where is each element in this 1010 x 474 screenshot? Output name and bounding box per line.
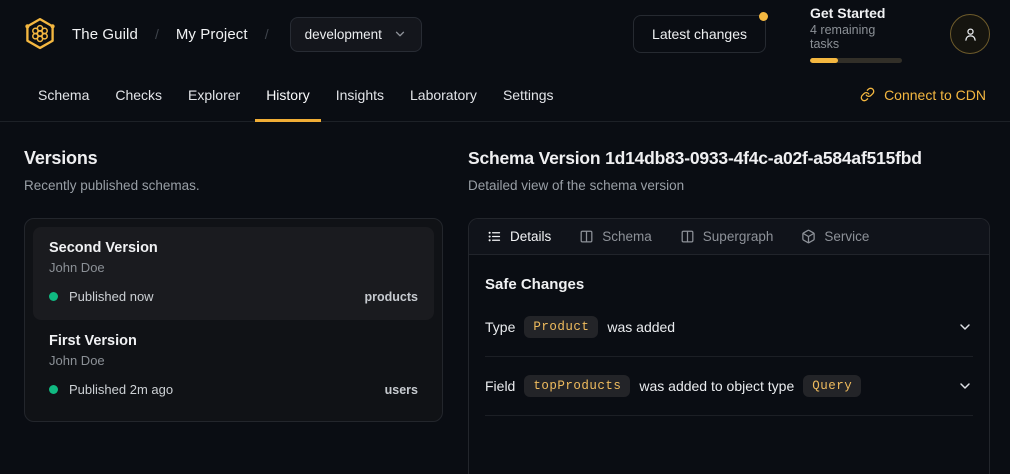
- schema-version-detail-panel: Schema Version 1d14db83-0933-4f4c-a02f-a…: [468, 148, 990, 474]
- detail-tabbar: Details Schema Supergraph: [469, 219, 989, 255]
- detail-tab-label: Schema: [602, 229, 652, 244]
- breadcrumb-project[interactable]: My Project: [176, 26, 248, 43]
- user-icon: [962, 26, 979, 43]
- version-list-item[interactable]: First Version John Doe Published 2m ago …: [33, 320, 434, 413]
- breadcrumb: The Guild / My Project / development: [22, 16, 422, 52]
- breadcrumb-org[interactable]: The Guild: [72, 26, 138, 43]
- target-selector-dropdown[interactable]: development: [290, 17, 422, 52]
- get-started-widget[interactable]: Get Started 4 remaining tasks: [810, 5, 906, 63]
- change-row[interactable]: Field topProducts was added to object ty…: [485, 357, 973, 416]
- safe-changes-heading: Safe Changes: [485, 276, 973, 293]
- get-started-progress-bar: [810, 58, 902, 63]
- main-nav: Schema Checks Explorer History Insights …: [0, 68, 1010, 122]
- change-code-badge: topProducts: [524, 375, 630, 397]
- version-author: John Doe: [49, 353, 418, 368]
- detail-body: Safe Changes Type Product was added Fiel…: [469, 255, 989, 416]
- latest-changes-button[interactable]: Latest changes: [633, 15, 766, 53]
- tab-history[interactable]: History: [253, 68, 323, 121]
- version-service-name: users: [385, 383, 418, 397]
- change-code-badge: Product: [524, 316, 598, 338]
- published-status-dot: [49, 385, 58, 394]
- detail-tab-supergraph[interactable]: Supergraph: [666, 219, 788, 254]
- change-code-badge: Query: [803, 375, 861, 397]
- tab-schema[interactable]: Schema: [25, 68, 102, 121]
- tab-laboratory[interactable]: Laboratory: [397, 68, 490, 121]
- get-started-remaining-tasks: 4 remaining tasks: [810, 23, 906, 51]
- chevron-down-icon: [393, 27, 407, 41]
- version-name: Second Version: [49, 240, 418, 256]
- breadcrumb-separator: /: [262, 26, 272, 42]
- breadcrumb-separator: /: [152, 26, 162, 42]
- get-started-progress-fill: [810, 58, 838, 63]
- tab-checks[interactable]: Checks: [102, 68, 175, 121]
- detail-tab-service[interactable]: Service: [787, 219, 883, 254]
- version-service-name: products: [365, 290, 418, 304]
- detail-tab-label: Service: [824, 229, 869, 244]
- latest-changes-label: Latest changes: [652, 26, 747, 42]
- columns-icon: [680, 229, 695, 244]
- schema-version-title: Schema Version 1d14db83-0933-4f4c-a02f-a…: [468, 148, 990, 169]
- link-icon: [860, 87, 875, 102]
- version-author: John Doe: [49, 260, 418, 275]
- list-icon: [487, 229, 502, 244]
- version-detail-card: Details Schema Supergraph: [468, 218, 990, 474]
- change-prefix: Field: [485, 378, 515, 394]
- change-row[interactable]: Type Product was added: [485, 298, 973, 357]
- header-actions: Latest changes Get Started 4 remaining t…: [633, 5, 990, 63]
- version-meta: Published 2m ago users: [49, 382, 418, 397]
- app-header: The Guild / My Project / development Lat…: [0, 0, 1010, 68]
- chevron-down-icon[interactable]: [957, 319, 973, 335]
- tab-explorer[interactable]: Explorer: [175, 68, 253, 121]
- tab-settings[interactable]: Settings: [490, 68, 567, 121]
- columns-icon: [579, 229, 594, 244]
- change-prefix: Type: [485, 319, 515, 335]
- version-name: First Version: [49, 333, 418, 349]
- detail-tab-label: Details: [510, 229, 551, 244]
- schema-version-subtitle: Detailed view of the schema version: [468, 178, 990, 193]
- guild-logo-icon[interactable]: [22, 16, 58, 52]
- version-published-status: Published now: [69, 289, 154, 304]
- versions-subtitle: Recently published schemas.: [24, 178, 443, 193]
- chevron-down-icon[interactable]: [957, 378, 973, 394]
- main-content: Versions Recently published schemas. Sec…: [0, 122, 1010, 474]
- get-started-title: Get Started: [810, 5, 906, 21]
- published-status-dot: [49, 292, 58, 301]
- target-selector-value: development: [305, 27, 382, 42]
- version-list-item[interactable]: Second Version John Doe Published now pr…: [33, 227, 434, 320]
- user-avatar[interactable]: [950, 14, 990, 54]
- connect-to-cdn-link[interactable]: Connect to CDN: [860, 68, 986, 121]
- detail-tab-details[interactable]: Details: [473, 219, 565, 254]
- tab-insights[interactable]: Insights: [323, 68, 397, 121]
- version-published-status: Published 2m ago: [69, 382, 173, 397]
- versions-title: Versions: [24, 148, 443, 169]
- detail-tab-label: Supergraph: [703, 229, 774, 244]
- versions-panel: Versions Recently published schemas. Sec…: [24, 148, 443, 474]
- connect-to-cdn-label: Connect to CDN: [884, 87, 986, 103]
- versions-list: Second Version John Doe Published now pr…: [24, 218, 443, 422]
- change-text: was added to object type: [639, 378, 794, 394]
- change-text: was added: [607, 319, 675, 335]
- notification-dot: [759, 12, 768, 21]
- version-meta: Published now products: [49, 289, 418, 304]
- cube-icon: [801, 229, 816, 244]
- detail-tab-schema[interactable]: Schema: [565, 219, 666, 254]
